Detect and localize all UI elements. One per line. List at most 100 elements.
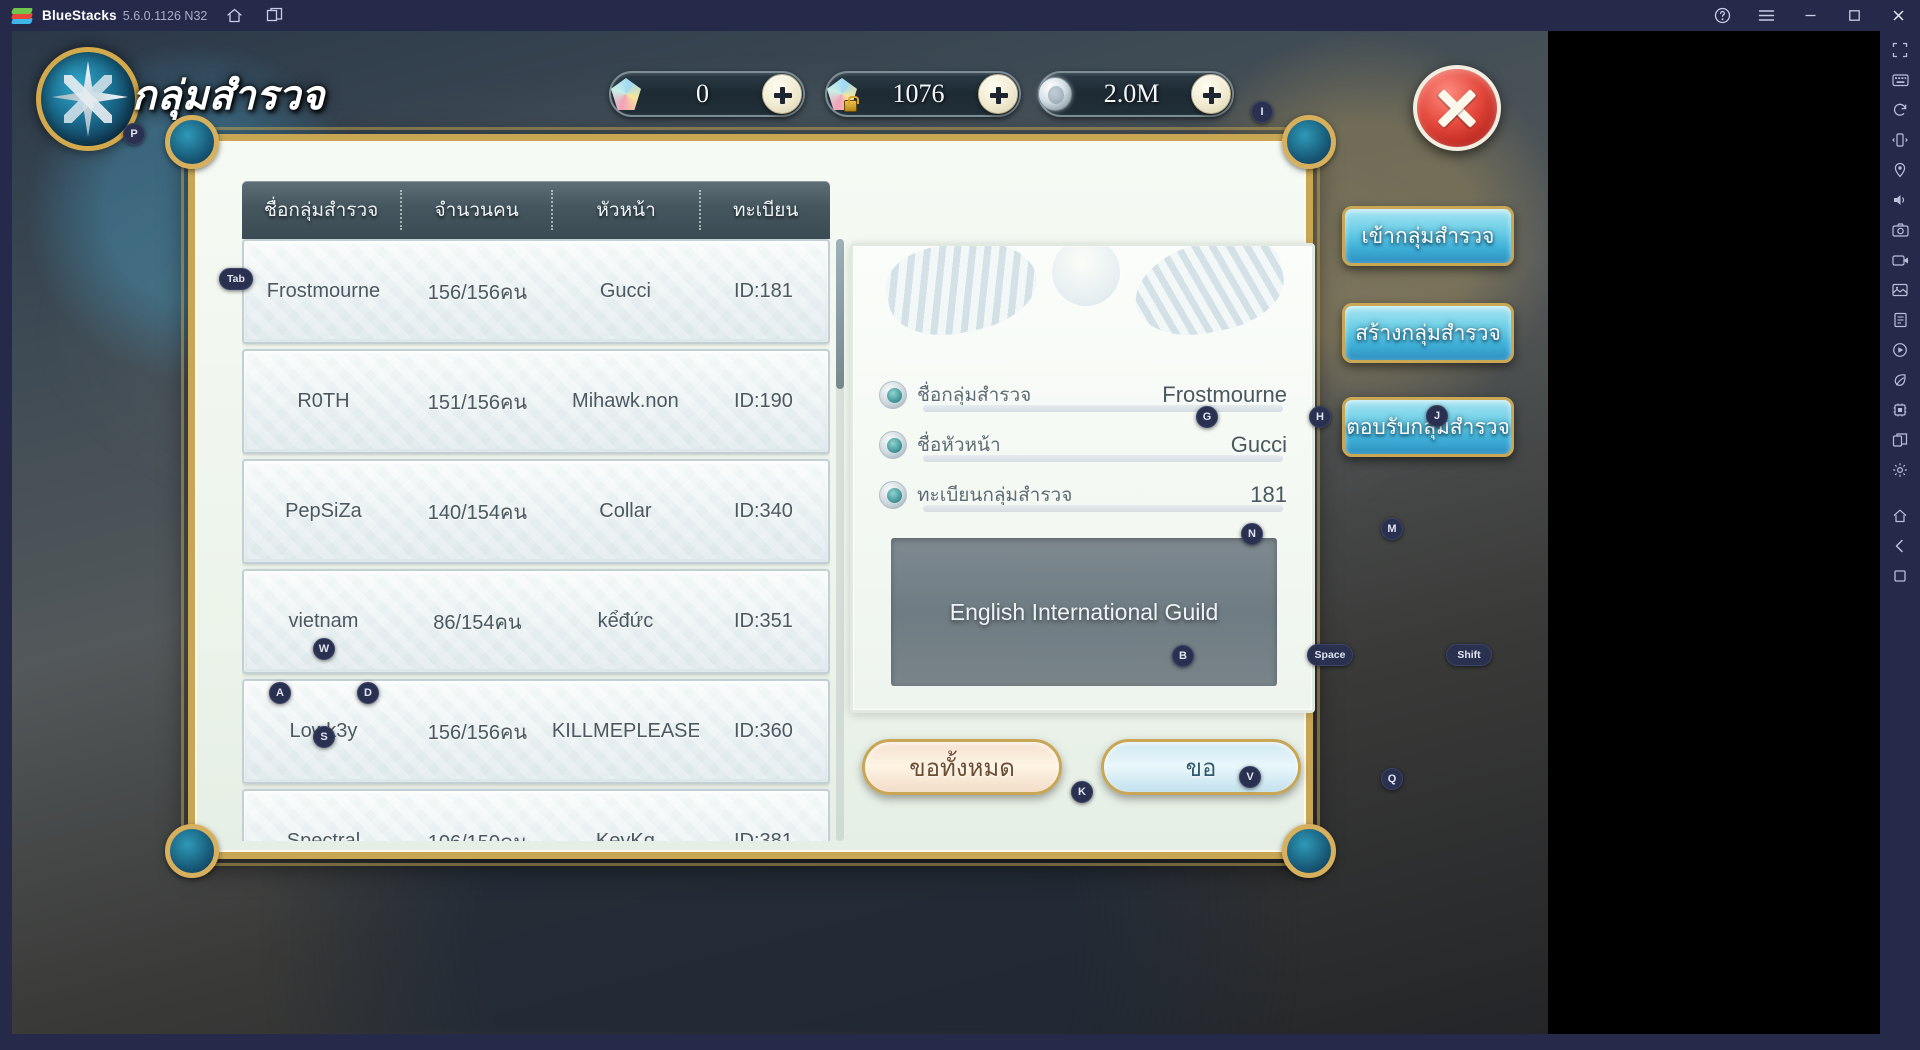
join-guild-button[interactable]: เข้ากลุ่มสำรวจ — [1342, 206, 1514, 266]
help-icon[interactable] — [1700, 0, 1744, 31]
viewport-bottom-margin — [0, 1034, 1920, 1050]
keymap-badge-tab[interactable]: Tab — [219, 268, 253, 290]
app-name: BlueStacks — [42, 8, 117, 23]
panel-corner-ornament — [165, 115, 219, 169]
detail-underline — [923, 505, 1283, 512]
keymap-badge-k[interactable]: K — [1071, 781, 1093, 803]
add-silver-button[interactable] — [1191, 74, 1231, 114]
add-gem-button[interactable] — [762, 74, 802, 114]
maximize-icon[interactable] — [1832, 0, 1876, 31]
cell-guild-id: ID:351 — [733, 610, 793, 632]
request-button[interactable]: ขอ — [1101, 739, 1301, 795]
volume-icon[interactable] — [1880, 185, 1920, 215]
column-header-id[interactable]: ทะเบียน — [701, 195, 830, 225]
app-version: 5.6.0.1126 N32 — [122, 8, 208, 23]
panel-corner-ornament — [1282, 824, 1336, 878]
bluestacks-logo — [10, 6, 34, 26]
cell-leader: Collar — [599, 500, 652, 522]
add-locked-gem-button[interactable] — [978, 74, 1018, 114]
table-row[interactable]: R0TH 151/156คน Mihawk.non ID:190 — [242, 349, 830, 454]
gem-icon — [607, 76, 643, 112]
cell-leader: KeyKq — [595, 830, 655, 841]
panel-corner-ornament — [165, 824, 219, 878]
table-row[interactable]: vietnam 86/154คน kểđức ID:351 — [242, 569, 830, 674]
keymap-badge-b[interactable]: B — [1172, 645, 1194, 667]
currency-locked-gem: 1076 — [825, 71, 1021, 117]
currency-gem: 0 — [609, 71, 805, 117]
hamburger-menu-icon[interactable] — [1744, 0, 1788, 31]
keymap-badge-space[interactable]: Space — [1307, 644, 1353, 666]
table-body[interactable]: Frostmourne 156/156คน Gucci ID:181 R0TH … — [242, 239, 830, 841]
cell-guild-name: Frostmourne — [266, 280, 381, 302]
emulator-titlebar: BlueStacks 5.6.0.1126 N32 — [0, 0, 1920, 31]
keymapping-icon[interactable] — [1880, 65, 1920, 95]
request-label: ขอ — [1185, 754, 1217, 782]
close-icon[interactable] — [1876, 0, 1920, 31]
detail-row-guild-id: ทะเบียนกลุ่มสำรวจ 181 — [879, 478, 1291, 512]
bullet-icon — [879, 431, 907, 459]
detail-underline — [923, 405, 1283, 412]
keymap-badge-h[interactable]: H — [1309, 406, 1331, 428]
keymap-badge-m[interactable]: M — [1381, 518, 1403, 540]
guild-list-panel: ชื่อกลุ่มสำรวจ จำนวนคน หัวหน้า ทะเบียน F… — [165, 115, 1336, 878]
list-scrollbar[interactable] — [836, 239, 844, 841]
home-nav-icon[interactable] — [1880, 501, 1920, 531]
cell-guild-name: Spectral — [286, 830, 361, 841]
accept-guild-button[interactable]: ตอบรับกลุ่มสำรวจ — [1342, 397, 1514, 457]
script-icon[interactable] — [1880, 305, 1920, 335]
window-controls — [1700, 0, 1920, 31]
column-header-leader[interactable]: หัวหน้า — [553, 195, 699, 225]
locked-gem-icon — [823, 76, 859, 112]
keymap-badge-w[interactable]: W — [313, 638, 335, 660]
cell-member-count: 156/156คน — [427, 721, 528, 744]
minimize-icon[interactable] — [1788, 0, 1832, 31]
record-icon[interactable] — [1880, 245, 1920, 275]
multi-instance-sync-icon[interactable] — [1880, 425, 1920, 455]
screenshot-icon[interactable] — [1880, 215, 1920, 245]
emulator-sidebar — [1880, 31, 1920, 1050]
keymap-badge-v[interactable]: V — [1239, 766, 1261, 788]
keymap-badge-g[interactable]: G — [1196, 406, 1218, 428]
multi-instance-icon[interactable] — [261, 3, 287, 29]
page-title: กลุ่มสำรวจ — [132, 74, 325, 118]
keymap-badge-j[interactable]: J — [1426, 405, 1448, 427]
column-header-members[interactable]: จำนวนคน — [402, 195, 550, 225]
location-icon[interactable] — [1880, 155, 1920, 185]
close-screen-button[interactable] — [1413, 65, 1501, 151]
trim-memory-icon[interactable] — [1880, 395, 1920, 425]
silver-coin-icon — [1036, 76, 1072, 112]
table-row[interactable]: PepSiZa 140/154คน Collar ID:340 — [242, 459, 830, 564]
cell-guild-id: ID:360 — [733, 720, 793, 742]
currency-locked-gem-value: 1076 — [892, 79, 945, 108]
keymap-badge-d[interactable]: D — [357, 682, 379, 704]
keymap-badge-shift[interactable]: Shift — [1446, 644, 1492, 666]
column-header-name[interactable]: ชื่อกลุ่มสำรวจ — [242, 195, 400, 225]
back-nav-icon[interactable] — [1880, 531, 1920, 561]
table-row[interactable]: Spectral 106/150คน KeyKq ID:381 — [242, 789, 830, 841]
table-row[interactable]: Frostmourne 156/156คน Gucci ID:181 — [242, 239, 830, 344]
media-manager-icon[interactable] — [1880, 275, 1920, 305]
create-guild-button[interactable]: สร้างกลุ่มสำรวจ — [1342, 303, 1514, 363]
keymap-badge-p[interactable]: P — [123, 123, 145, 145]
fullscreen-icon[interactable] — [1880, 35, 1920, 65]
join-guild-label: เข้ากลุ่มสำรวจ — [1361, 224, 1495, 248]
macro-icon[interactable] — [1880, 335, 1920, 365]
eco-mode-icon[interactable] — [1880, 365, 1920, 395]
viewport-left-margin — [0, 31, 12, 1050]
settings-icon[interactable] — [1880, 455, 1920, 485]
shake-icon[interactable] — [1880, 125, 1920, 155]
keymap-badge-i[interactable]: I — [1251, 101, 1273, 123]
cell-guild-id: ID:190 — [733, 390, 793, 412]
request-all-button[interactable]: ขอทั้งหมด — [862, 739, 1062, 795]
home-icon[interactable] — [221, 3, 247, 29]
keymap-badge-n[interactable]: N — [1241, 523, 1263, 545]
keymap-badge-s[interactable]: S — [313, 726, 335, 748]
guild-description-box: English International Guild — [891, 538, 1277, 686]
keymap-badge-q[interactable]: Q — [1381, 768, 1403, 790]
cell-leader: kểđức — [597, 610, 654, 632]
rotate-icon[interactable] — [1880, 95, 1920, 125]
keymap-badge-a[interactable]: A — [269, 682, 291, 704]
request-all-label: ขอทั้งหมด — [909, 754, 1015, 782]
recents-nav-icon[interactable] — [1880, 561, 1920, 591]
cell-member-count: 106/150คน — [403, 826, 552, 842]
